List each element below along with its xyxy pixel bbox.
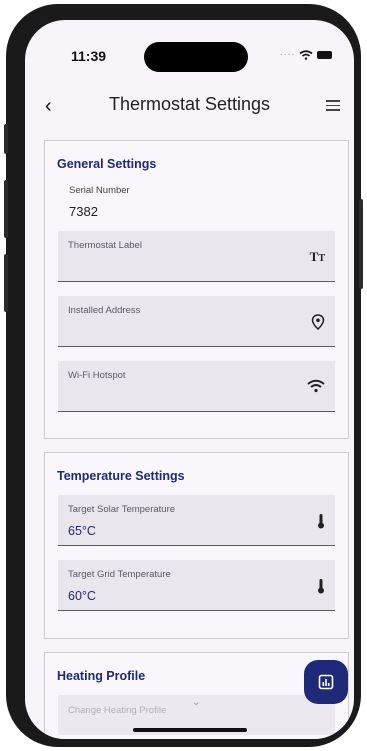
target-solar-temperature-label: Target Solar Temperature [68,504,176,515]
serial-number-value: 7382 [69,204,98,219]
heating-profile-card: Heating Profile Change Heating Profile ⌄ [44,652,349,739]
target-grid-temperature-label: Target Grid Temperature [68,569,171,580]
home-indicator[interactable] [133,728,247,732]
temperature-settings-card: Temperature Settings Target Solar Temper… [44,452,349,639]
heating-profile-placeholder: Change Heating Profile [68,705,167,716]
chart-fab-button[interactable] [304,660,348,704]
general-settings-title: General Settings [57,157,157,171]
status-icons: ···· [280,49,332,60]
status-bar: 11:39 ···· [25,20,354,72]
target-solar-temperature-value[interactable]: 65°C [68,524,96,538]
hamburger-menu-icon[interactable] [326,100,340,114]
target-grid-temperature-field[interactable]: Target Grid Temperature 60°C [58,560,335,611]
wifi-hotspot-label: Wi-Fi Hotspot [68,370,126,381]
screen: 11:39 ···· ‹ Thermostat Settings General… [25,20,354,739]
thermometer-icon [318,514,324,529]
thermostat-label-label: Thermostat Label [68,240,142,251]
power-button [359,199,363,289]
thermometer-icon [318,579,324,594]
status-wifi-icon [299,49,313,60]
installed-address-field[interactable]: Installed Address [58,296,335,347]
page-title: Thermostat Settings [108,94,271,114]
target-solar-temperature-field[interactable]: Target Solar Temperature 65°C [58,495,335,546]
volume-down-button [4,254,8,312]
dynamic-island [144,42,248,72]
chart-icon [318,674,334,690]
general-settings-card: General Settings Serial Number 7382 Ther… [44,140,349,439]
temperature-settings-title: Temperature Settings [57,469,185,483]
status-time: 11:39 [71,48,107,64]
text-size-icon: TT [309,249,325,264]
battery-icon [317,50,332,59]
mute-switch [4,124,8,154]
location-pin-icon [311,314,325,330]
target-grid-temperature-value[interactable]: 60°C [68,589,96,603]
installed-address-label: Installed Address [68,305,141,316]
phone-frame: 11:39 ···· ‹ Thermostat Settings General… [4,4,363,747]
signal-icon: ···· [279,49,295,60]
wifi-icon [307,379,325,393]
wifi-hotspot-field[interactable]: Wi-Fi Hotspot [58,361,335,412]
heating-profile-title: Heating Profile [57,669,146,683]
chevron-down-icon: ⌄ [192,697,201,708]
nav-bar: ‹ Thermostat Settings [25,90,354,122]
volume-up-button [4,180,8,238]
serial-number-label: Serial Number [69,185,130,196]
thermostat-label-field[interactable]: Thermostat Label TT [58,231,335,282]
